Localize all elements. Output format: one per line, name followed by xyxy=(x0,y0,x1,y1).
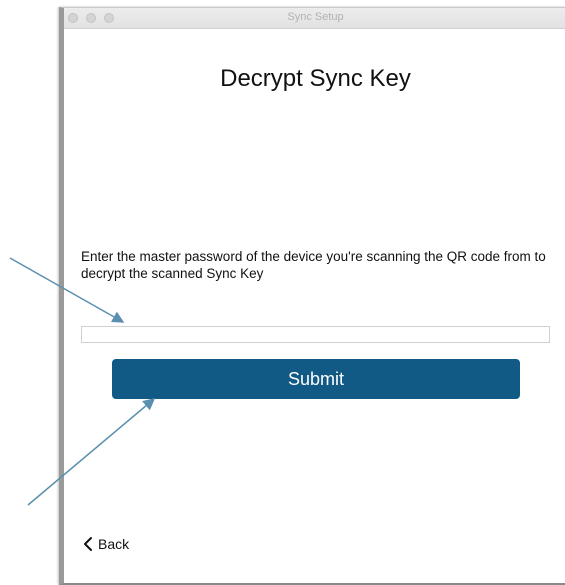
master-password-field[interactable] xyxy=(81,326,550,343)
chevron-left-icon xyxy=(84,537,92,551)
back-label: Back xyxy=(98,536,130,552)
sync-setup-window: Sync Setup Decrypt Sync Key Enter the ma… xyxy=(59,7,565,585)
window-title: Sync Setup xyxy=(287,11,344,23)
back-button[interactable]: Back xyxy=(82,536,129,552)
submit-button[interactable]: Submit xyxy=(112,359,520,399)
instructions-text: Enter the master password of the device … xyxy=(81,249,546,281)
page-title: Decrypt Sync Key xyxy=(220,65,411,92)
screenshot-stage: Sync Setup Decrypt Sync Key Enter the ma… xyxy=(0,0,565,585)
title-bar[interactable]: Sync Setup xyxy=(64,8,565,29)
